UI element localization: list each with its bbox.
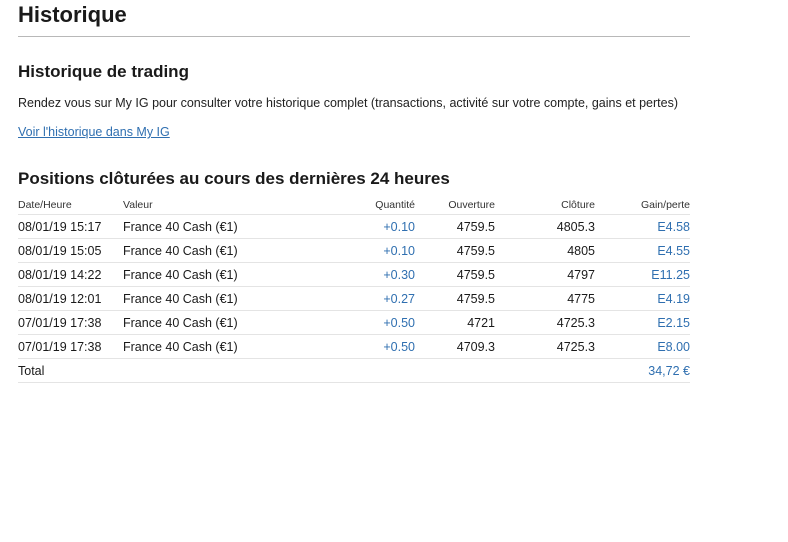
table-row: 07/01/19 17:38 France 40 Cash (€1) +0.50…	[18, 334, 690, 359]
row-quantity: +0.50	[313, 310, 415, 335]
row-gain: E4.19	[595, 286, 690, 311]
row-date: 07/01/19 17:38	[18, 334, 123, 359]
row-quantity: +0.10	[313, 214, 415, 239]
row-value: France 40 Cash (€1)	[123, 238, 313, 263]
row-gain: E2.15	[595, 310, 690, 335]
row-gain: E4.58	[595, 214, 690, 239]
table-row: 08/01/19 14:22 France 40 Cash (€1) +0.30…	[18, 262, 690, 287]
row-quantity: +0.30	[313, 262, 415, 287]
row-quantity: +0.50	[313, 334, 415, 359]
row-gain: E8.00	[595, 334, 690, 359]
row-gain: E11.25	[595, 262, 690, 287]
row-value: France 40 Cash (€1)	[123, 334, 313, 359]
column-header-open: Ouverture	[448, 198, 495, 211]
column-header-close: Clôture	[561, 198, 595, 211]
row-close: 4725.3	[495, 334, 595, 359]
total-value: 34,72 €	[595, 358, 690, 383]
row-close: 4775	[495, 286, 595, 311]
table-header-row: Date/Heure Valeur Quantité Ouverture Clô…	[18, 195, 690, 215]
row-date: 08/01/19 12:01	[18, 286, 123, 311]
table-row: 08/01/19 15:17 France 40 Cash (€1) +0.10…	[18, 214, 690, 239]
row-gain: E4.55	[595, 238, 690, 263]
row-date: 08/01/19 15:05	[18, 238, 123, 263]
total-row: Total 34,72 €	[18, 358, 690, 383]
row-value: France 40 Cash (€1)	[123, 214, 313, 239]
row-value: France 40 Cash (€1)	[123, 262, 313, 287]
trading-history-title: Historique de trading	[18, 62, 189, 81]
column-header-value: Valeur	[123, 198, 153, 211]
row-quantity: +0.27	[313, 286, 415, 311]
row-close: 4805	[495, 238, 595, 263]
row-close: 4805.3	[495, 214, 595, 239]
row-date: 08/01/19 14:22	[18, 262, 123, 287]
total-label: Total	[18, 358, 123, 383]
row-open: 4759.5	[415, 286, 495, 311]
row-open: 4721	[415, 310, 495, 335]
table-row: 08/01/19 12:01 France 40 Cash (€1) +0.27…	[18, 286, 690, 311]
column-header-gain: Gain/perte	[640, 198, 690, 211]
view-history-link[interactable]: Voir l'historique dans My IG	[18, 124, 170, 140]
row-close: 4797	[495, 262, 595, 287]
row-quantity: +0.10	[313, 238, 415, 263]
row-value: France 40 Cash (€1)	[123, 286, 313, 311]
row-open: 4759.5	[415, 238, 495, 263]
row-open: 4759.5	[415, 214, 495, 239]
page-title: Historique	[18, 0, 690, 37]
row-open: 4759.5	[415, 262, 495, 287]
column-header-date: Date/Heure	[18, 198, 72, 211]
closed-positions-table: Date/Heure Valeur Quantité Ouverture Clô…	[18, 195, 690, 383]
table-row: 08/01/19 15:05 France 40 Cash (€1) +0.10…	[18, 238, 690, 263]
page-container: Historique Historique de trading Rendez …	[18, 0, 690, 383]
row-date: 08/01/19 15:17	[18, 214, 123, 239]
row-value: France 40 Cash (€1)	[123, 310, 313, 335]
table-row: 07/01/19 17:38 France 40 Cash (€1) +0.50…	[18, 310, 690, 335]
trading-history-description: Rendez vous sur My IG pour consulter vot…	[18, 96, 679, 110]
closed-positions-title: Positions clôturées au cours des dernièr…	[18, 169, 450, 188]
row-date: 07/01/19 17:38	[18, 310, 123, 335]
row-close: 4725.3	[495, 310, 595, 335]
row-open: 4709.3	[415, 334, 495, 359]
column-header-quantity: Quantité	[375, 198, 415, 211]
